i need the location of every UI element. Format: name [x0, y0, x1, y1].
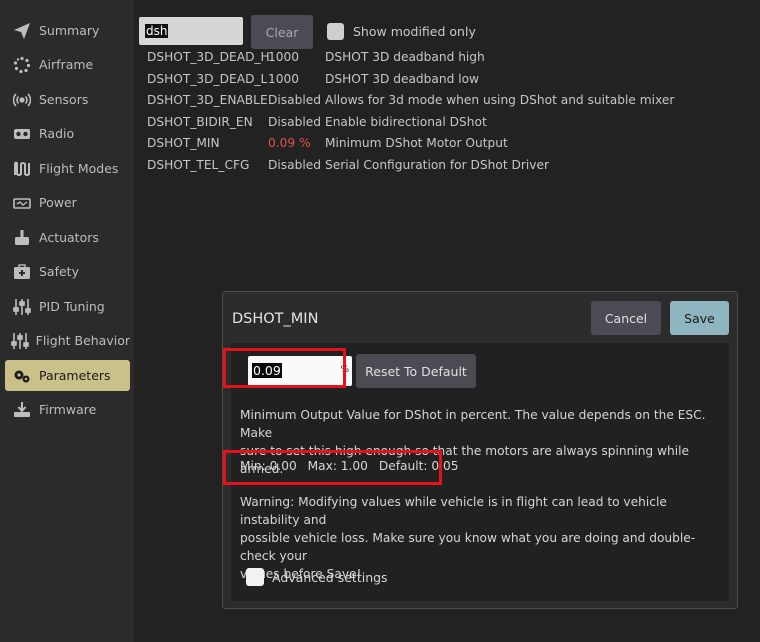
sidebar-item-label: Actuators [39, 230, 99, 245]
param-value: Disabled [268, 93, 321, 107]
sidebar-item-label: Power [39, 195, 77, 210]
sliders-icon [11, 332, 30, 350]
param-description: Enable bidirectional DShot [325, 115, 487, 129]
sidebar-item-label: Summary [39, 23, 100, 38]
sidebar-item-airframe[interactable]: Airframe [5, 49, 130, 80]
paper-plane-icon [11, 22, 33, 40]
value-highlight-box [223, 348, 346, 388]
param-description: DSHOT 3D deadband high [325, 50, 485, 64]
table-row[interactable]: DSHOT_3D_DEAD_L 1000 DSHOT 3D deadband l… [147, 72, 667, 90]
search-input[interactable]: dsh [139, 17, 243, 45]
sidebar-item-flight-behavior[interactable]: Flight Behavior [5, 325, 130, 356]
sidebar-item-firmware[interactable]: Firmware [5, 394, 130, 425]
sidebar-item-safety[interactable]: Safety [5, 256, 130, 287]
param-name: DSHOT_MIN [147, 136, 220, 150]
param-value: 1000 [268, 50, 300, 64]
show-modified-label: Show modified only [353, 24, 476, 39]
sidebar-item-label: Flight Modes [39, 161, 119, 176]
airframe-dots-icon [11, 56, 33, 74]
sidebar-item-power[interactable]: Power [5, 187, 130, 218]
sidebar-item-label: PID Tuning [39, 299, 105, 314]
table-row[interactable]: DSHOT_3D_DEAD_H 1000 DSHOT 3D deadband h… [147, 50, 667, 68]
radio-controller-icon [11, 125, 33, 143]
table-row[interactable]: DSHOT_BIDIR_EN Disabled Enable bidirecti… [147, 115, 667, 133]
save-button[interactable]: Save [670, 301, 729, 335]
sidebar-item-label: Radio [39, 126, 75, 141]
param-value: 1000 [268, 72, 300, 86]
table-row[interactable]: DSHOT_3D_ENABLE Disabled Allows for 3d m… [147, 93, 674, 111]
param-name: DSHOT_3D_ENABLE [147, 93, 268, 107]
sensors-signal-icon [11, 91, 33, 109]
show-modified-checkbox[interactable] [327, 23, 344, 40]
param-edit-dialog: DSHOT_MIN Cancel Save 0.09 % Reset To De… [222, 291, 738, 609]
dialog-body: 0.09 % Reset To Default Minimum Output V… [223, 343, 729, 601]
first-aid-icon [11, 263, 33, 281]
actuator-icon [11, 229, 33, 247]
sidebar-item-pid-tuning[interactable]: PID Tuning [5, 291, 130, 322]
dialog-title: DSHOT_MIN [232, 311, 319, 327]
param-value: Disabled [268, 115, 321, 129]
param-name: DSHOT_3D_DEAD_H [147, 50, 270, 64]
sidebar-item-parameters[interactable]: Parameters [5, 360, 130, 391]
param-name: DSHOT_3D_DEAD_L [147, 72, 268, 86]
cancel-button[interactable]: Cancel [591, 301, 661, 335]
sidebar-item-label: Sensors [39, 92, 89, 107]
advanced-settings-label: Advanced settings [272, 570, 388, 585]
param-value-modified: 0.09 % [268, 136, 311, 150]
sidebar: Summary Airframe Sensors Radio Flight Mo… [0, 0, 134, 642]
range-highlight-box [223, 450, 442, 485]
sidebar-item-label: Firmware [39, 402, 97, 417]
firmware-download-icon [11, 401, 33, 419]
param-description: Allows for 3d mode when using DShot and … [325, 93, 675, 107]
param-value: Disabled [268, 158, 321, 172]
sidebar-item-summary[interactable]: Summary [5, 15, 130, 46]
table-row[interactable]: DSHOT_MIN 0.09 % Minimum DShot Motor Out… [147, 136, 667, 154]
warning-line: Warning: Modifying values while vehicle … [240, 495, 667, 527]
table-row[interactable]: DSHOT_TEL_CFG Disabled Serial Configurat… [147, 158, 667, 176]
sidebar-item-label: Airframe [39, 57, 94, 72]
clear-button[interactable]: Clear [251, 15, 313, 49]
flight-modes-wave-icon [11, 160, 33, 178]
warning-line: possible vehicle loss. Make sure you kno… [240, 531, 696, 563]
sidebar-item-label: Flight Behavior [35, 333, 130, 348]
search-input-value: dsh [145, 24, 169, 38]
sidebar-item-flight-modes[interactable]: Flight Modes [5, 153, 130, 184]
sidebar-item-label: Parameters [39, 368, 111, 383]
param-name: DSHOT_BIDIR_EN [147, 115, 253, 129]
reset-to-default-button[interactable]: Reset To Default [356, 354, 476, 388]
description-line: Minimum Output Value for DShot in percen… [240, 408, 706, 440]
param-name: DSHOT_TEL_CFG [147, 158, 250, 172]
gears-icon [11, 367, 33, 385]
sliders-icon [11, 298, 33, 316]
param-description: DSHOT 3D deadband low [325, 72, 479, 86]
sidebar-item-sensors[interactable]: Sensors [5, 84, 130, 115]
sidebar-item-radio[interactable]: Radio [5, 118, 130, 149]
advanced-settings-checkbox[interactable] [246, 568, 264, 586]
battery-icon [11, 194, 33, 212]
sidebar-item-actuators[interactable]: Actuators [5, 222, 130, 253]
sidebar-item-label: Safety [39, 264, 79, 279]
param-description: Minimum DShot Motor Output [325, 136, 508, 150]
param-description: Serial Configuration for DShot Driver [325, 158, 549, 172]
